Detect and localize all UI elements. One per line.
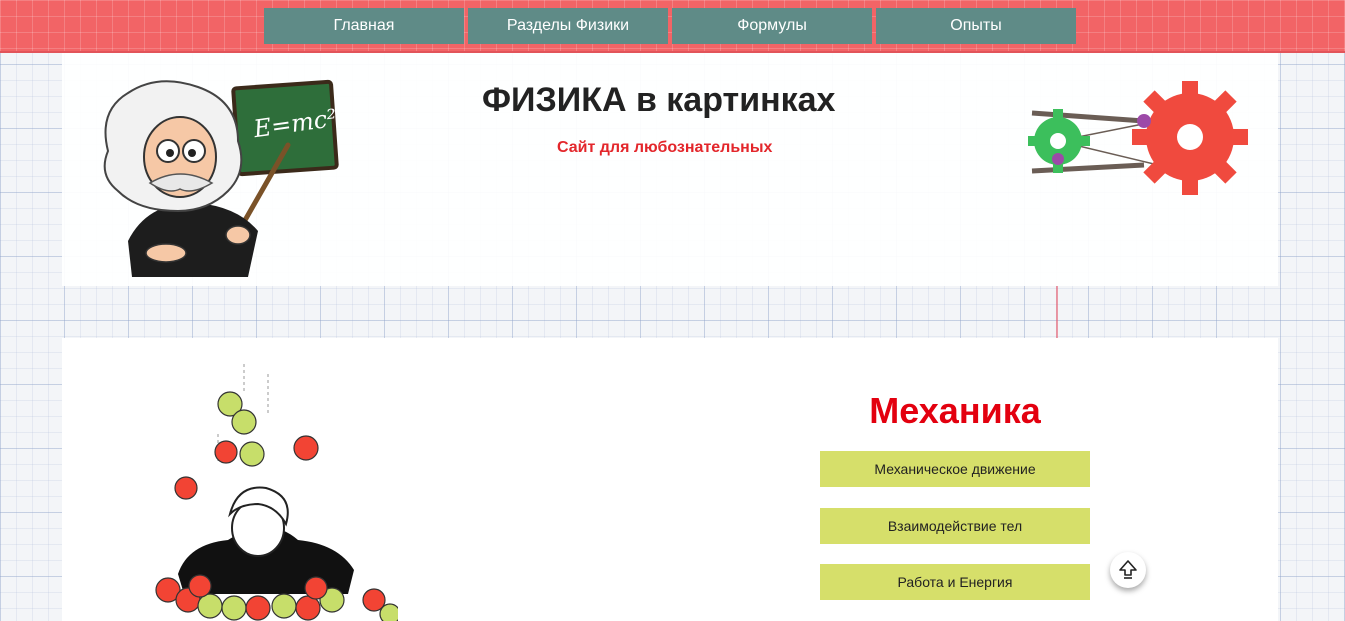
nav-item-formulas[interactable]: Формулы xyxy=(672,8,872,44)
top-bar: Главная Разделы Физики Формулы Опыты xyxy=(0,0,1345,53)
content-panel: Механика Механическое движение Взаимодей… xyxy=(62,338,1278,621)
site-subtitle: Сайт для любознательных xyxy=(557,139,773,156)
nav-item-sections[interactable]: Разделы Физики xyxy=(468,8,668,44)
section-title: Механика xyxy=(869,390,1041,431)
site-header: E=mc² ФИЗИКА в картинках Сайт для любозн… xyxy=(62,53,1278,286)
arrow-up-icon xyxy=(1119,560,1137,579)
main-nav: Главная Разделы Физики Формулы Опыты xyxy=(264,8,1076,44)
topic-button-body-interaction[interactable]: Взаимодействие тел xyxy=(820,508,1090,544)
newton-apples-illustration xyxy=(155,364,398,621)
nav-item-home[interactable]: Главная xyxy=(264,8,464,44)
notebook-margin-line xyxy=(1056,286,1058,338)
topic-button-work-energy[interactable]: Работа и Енергия xyxy=(820,564,1090,600)
nav-item-experiments[interactable]: Опыты xyxy=(876,8,1076,44)
gears-illustration xyxy=(1028,81,1248,195)
scroll-to-top-button[interactable] xyxy=(1110,552,1146,588)
topic-button-mechanical-motion[interactable]: Механическое движение xyxy=(820,451,1090,487)
